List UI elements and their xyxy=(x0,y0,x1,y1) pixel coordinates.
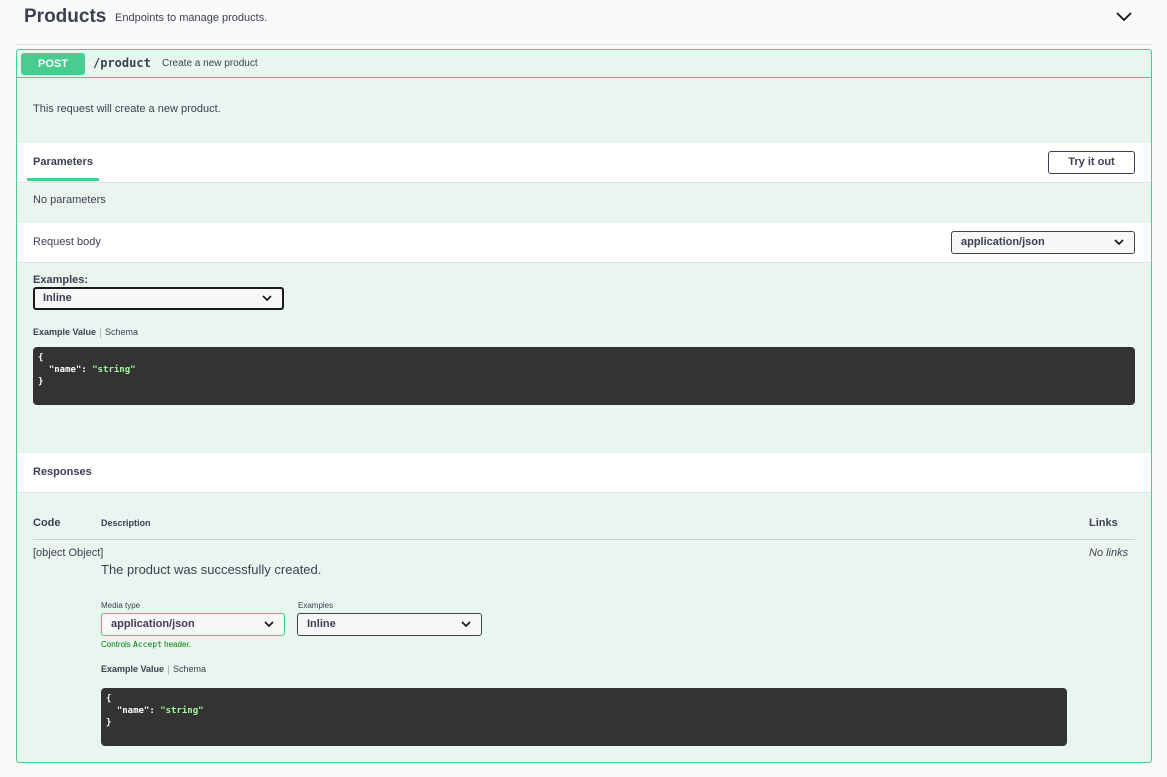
response-media-type-value: application/json xyxy=(111,618,195,630)
tag-title[interactable]: Products xyxy=(24,6,106,28)
response-examples-label: Examples xyxy=(298,601,334,610)
response-code: [object Object] xyxy=(33,547,104,559)
tag-description: Endpoints to manage products. xyxy=(115,12,268,24)
responses-header xyxy=(17,453,1151,493)
table-header-divider xyxy=(33,539,1135,540)
tab-schema[interactable]: Schema xyxy=(173,664,206,674)
operation-path: /product xyxy=(93,56,151,70)
responses-title: Responses xyxy=(33,466,92,478)
response-description: The product was successfully created. xyxy=(101,562,322,577)
request-examples-value: Inline xyxy=(43,292,72,304)
request-examples-select[interactable]: Inline xyxy=(33,287,284,310)
operation-description: This request will create a new product. xyxy=(33,103,221,115)
tab-schema[interactable]: Schema xyxy=(105,327,138,337)
tab-example-value[interactable]: Example Value xyxy=(33,327,96,337)
operation-summary: Create a new product xyxy=(162,58,258,69)
request-example-code: { "name": "string" } xyxy=(33,347,1135,405)
parameters-header xyxy=(17,143,1151,183)
column-header-links: Links xyxy=(1089,517,1118,529)
column-header-description: Description xyxy=(101,518,151,528)
request-example-tabs: Example Value Schema xyxy=(33,327,138,338)
method-badge: POST xyxy=(21,53,85,75)
chevron-down-icon xyxy=(461,621,471,628)
column-header-code: Code xyxy=(33,517,61,529)
tag-divider xyxy=(16,44,1152,45)
examples-label: Examples: xyxy=(33,274,89,286)
controls-accept-note: Controls Accept header. xyxy=(101,640,191,649)
no-parameters-text: No parameters xyxy=(33,194,106,206)
media-type-label: Media type xyxy=(101,601,141,610)
response-media-type-select[interactable]: application/json xyxy=(101,613,285,636)
try-it-out-button[interactable]: Try it out xyxy=(1048,151,1135,174)
request-body-label: Request body xyxy=(33,236,101,248)
chevron-down-icon xyxy=(264,621,274,628)
response-links: No links xyxy=(1089,547,1129,559)
chevron-down-icon xyxy=(1114,239,1124,246)
request-content-type-select[interactable]: application/json xyxy=(951,231,1135,254)
tab-example-value[interactable]: Example Value xyxy=(101,664,164,674)
response-example-code: { "name": "string" } xyxy=(101,688,1067,746)
chevron-down-icon[interactable] xyxy=(1115,8,1133,26)
request-content-type-value: application/json xyxy=(961,236,1045,248)
response-examples-value: Inline xyxy=(307,618,336,630)
response-example-tabs: Example Value Schema xyxy=(101,664,206,675)
tab-parameters-indicator xyxy=(27,178,99,181)
response-examples-select[interactable]: Inline xyxy=(297,613,482,636)
chevron-down-icon xyxy=(262,295,272,302)
tab-parameters[interactable]: Parameters xyxy=(33,156,93,168)
